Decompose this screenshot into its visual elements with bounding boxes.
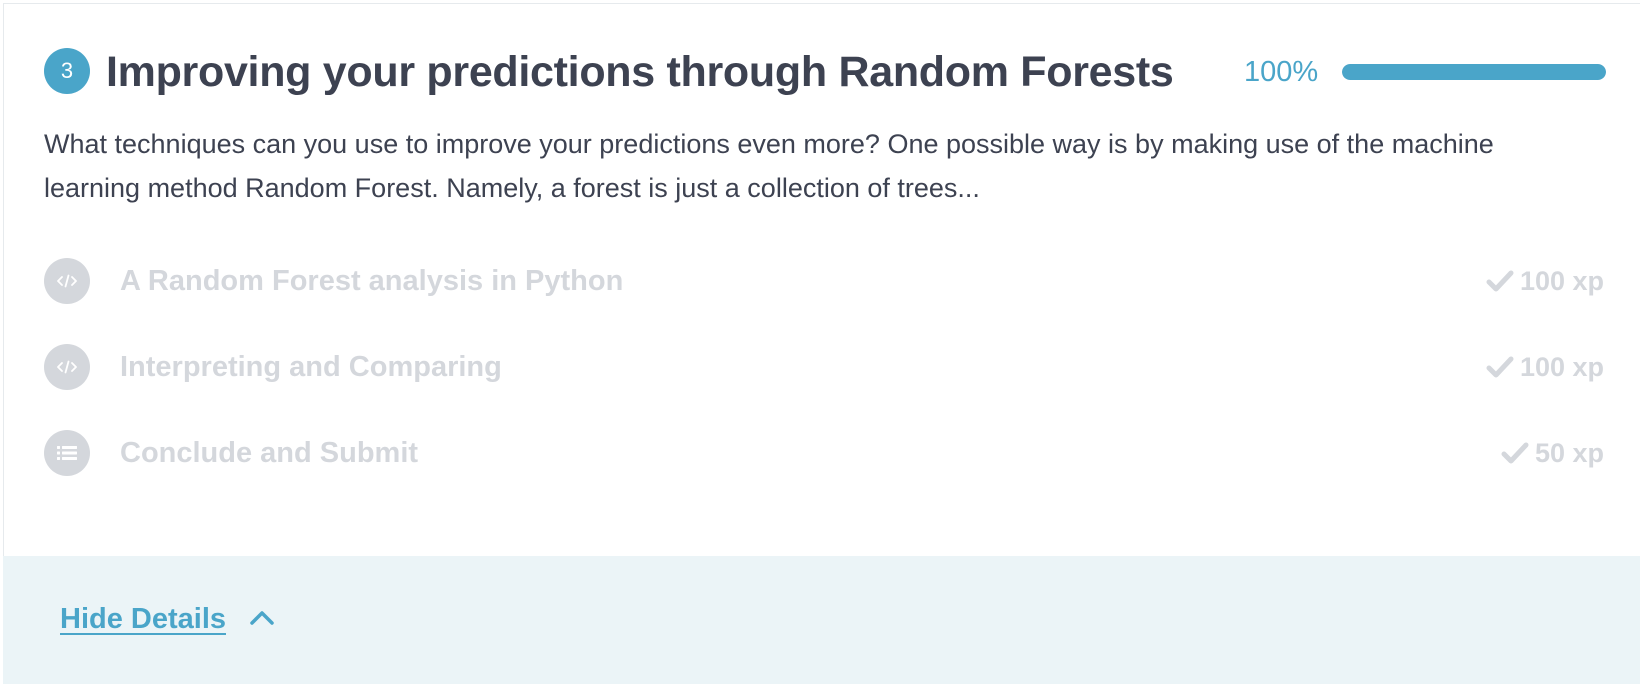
exercise-title: Interpreting and Comparing [120,351,502,383]
exercise-xp: 50 xp [1501,430,1604,476]
progress-bar-fill [1342,64,1606,80]
chapter-description: What techniques can you use to improve y… [44,129,1494,203]
exercise-list: A Random Forest analysis in Python 100 x… [44,258,1604,516]
details-footer: Hide Details [3,556,1640,684]
exercise-xp-value: 100 xp [1519,352,1604,382]
check-icon [1501,442,1529,464]
code-icon [44,344,90,390]
chevron-up-icon[interactable] [248,608,276,628]
exercise-title: Conclude and Submit [120,437,419,469]
exercise-xp-value: 50 xp [1534,438,1604,468]
hide-details-link[interactable]: Hide Details [60,598,226,640]
exercise-item[interactable]: Conclude and Submit 50 xp [44,430,1604,476]
progress-bar [1342,64,1606,80]
exercise-item[interactable]: A Random Forest analysis in Python 100 x… [44,258,1604,304]
exercise-item[interactable]: Interpreting and Comparing 100 xp [44,344,1604,390]
progress-percent: 100% [1244,56,1319,88]
chapter-header: 3 Improving your predictions through Ran… [44,44,1606,100]
check-icon [1486,270,1514,292]
chapter-number-badge: 3 [44,48,90,94]
check-icon [1486,356,1514,378]
exercise-xp: 100 xp [1486,258,1604,304]
exercise-xp-value: 100 xp [1519,266,1604,296]
exercise-title: A Random Forest analysis in Python [120,265,624,297]
code-icon [44,258,90,304]
exercise-xp: 100 xp [1486,344,1604,390]
list-icon [44,430,90,476]
chapter-title[interactable]: Improving your predictions through Rando… [106,44,1174,100]
